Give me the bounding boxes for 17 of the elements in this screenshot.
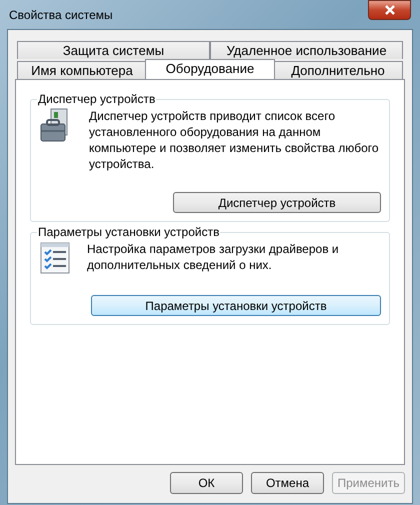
- group-title: Диспетчер устройств: [37, 91, 156, 107]
- tab[interactable]: Дополнительно: [273, 61, 403, 79]
- tab[interactable]: Защита системы: [17, 41, 210, 59]
- group-title: Параметры установки устройств: [37, 224, 220, 240]
- tab[interactable]: Удаленное использование: [210, 41, 403, 59]
- description: Диспетчер устройств приводит список всего установленного оборудования на данном компьютере и позволяет изменить свойства любого устройства.: [89, 108, 379, 172]
- dialog-button[interactable]: Отмена: [251, 472, 324, 494]
- group-button[interactable]: Параметры установки устройств: [91, 295, 381, 316]
- close-button[interactable]: [368, 0, 411, 20]
- close-icon: [384, 5, 394, 15]
- dialog-button[interactable]: ОК: [170, 472, 243, 494]
- group-button[interactable]: Диспетчер устройств: [173, 192, 381, 213]
- tab[interactable]: Имя компьютера: [17, 61, 147, 79]
- checklist-icon: [39, 241, 71, 275]
- description: Настройка параметров загрузки драйверов и дополнительных сведений о них.: [87, 241, 340, 273]
- window-title: Свойства системы: [8, 6, 113, 24]
- tab[interactable]: Оборудование: [145, 59, 275, 79]
